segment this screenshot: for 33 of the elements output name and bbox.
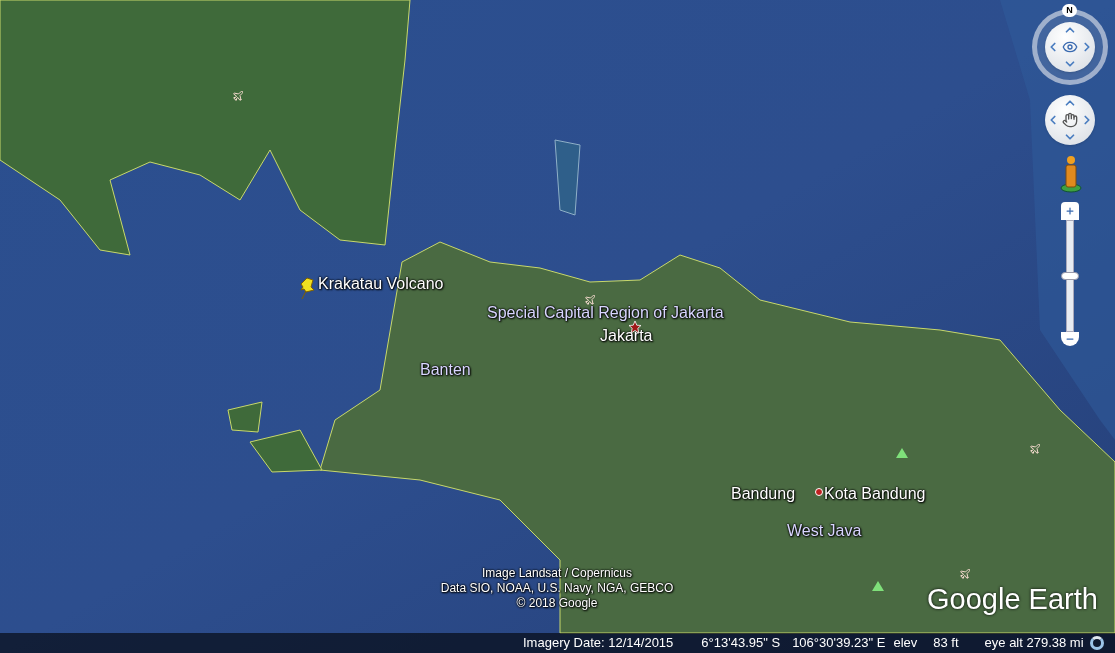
map-label[interactable]: Banten — [420, 360, 471, 380]
attribution-text: Data SIO, NOAA, U.S. Navy, NGA, GEBCO — [440, 581, 674, 596]
map-label[interactable]: Kota Bandung — [824, 484, 926, 504]
zoom-out-button[interactable] — [1061, 332, 1079, 346]
longitude: 106°30'39.23" E — [792, 634, 886, 653]
map-label[interactable]: Bandung — [731, 484, 796, 504]
airplane-icon — [232, 90, 244, 102]
airplane-icon — [1029, 443, 1041, 455]
pegman-icon[interactable] — [1060, 155, 1082, 193]
plus-icon — [1065, 206, 1075, 216]
zoom-in-button[interactable] — [1061, 202, 1079, 220]
loading-spinner-icon — [1089, 636, 1104, 650]
mountain-icon — [896, 448, 908, 458]
hand-icon — [1062, 112, 1078, 128]
attribution-text: Image Landsat / Copernicus — [481, 566, 633, 581]
imagery-date: Imagery Date: 12/14/2015 — [523, 634, 674, 653]
map-label[interactable]: West Java — [787, 521, 862, 541]
logo: Google Earth — [927, 582, 1098, 616]
mountain-icon — [872, 581, 884, 591]
airplane-icon — [584, 294, 596, 306]
latitude: 6°13'43.95" S — [701, 634, 781, 653]
eye-altitude: eye alt 279.38 mi — [984, 634, 1084, 653]
map-label[interactable]: Special Capital Region of Jakarta — [487, 303, 724, 323]
pushpin-icon — [298, 276, 316, 300]
elev-value: 83 ft — [933, 634, 959, 653]
satellite-map-drawing[interactable] — [0, 0, 1115, 653]
eye-icon — [1061, 39, 1079, 55]
elev-label: elev — [893, 634, 918, 653]
map-label[interactable]: Jakarta — [600, 326, 653, 346]
airplane-icon — [959, 568, 971, 580]
map-label[interactable]: Krakatau Volcano — [318, 274, 444, 294]
attribution-text: © 2018 Google — [516, 596, 598, 611]
zoom-slider-thumb[interactable] — [1061, 272, 1079, 280]
